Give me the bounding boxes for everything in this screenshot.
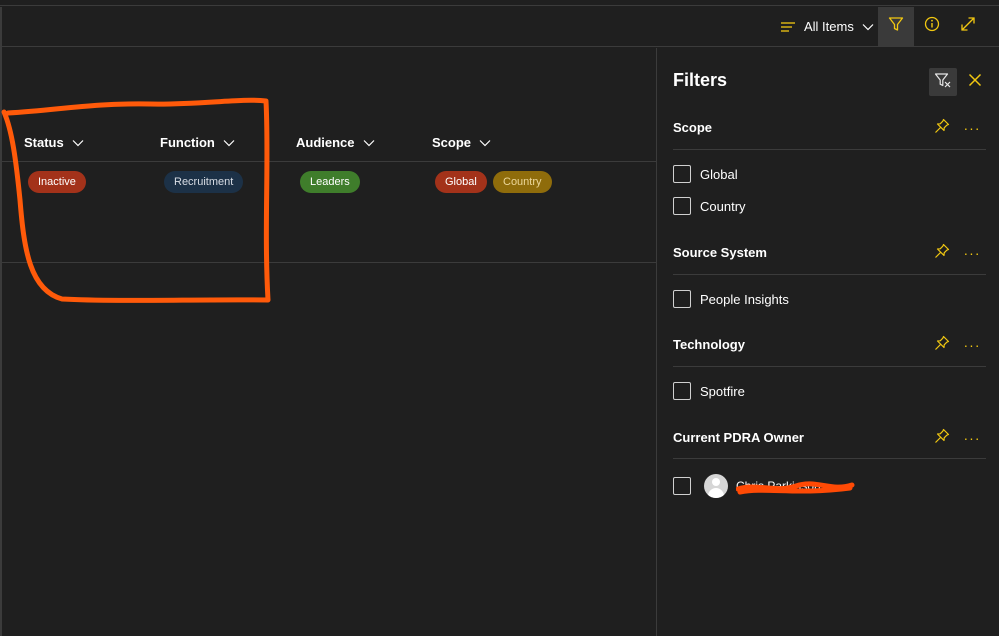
pin-filter-button[interactable] xyxy=(933,428,951,449)
chevron-down-icon xyxy=(72,135,84,150)
audience-pill: Leaders xyxy=(300,171,360,193)
checkbox[interactable] xyxy=(673,165,691,183)
ellipsis-icon: ··· xyxy=(963,430,981,446)
filter-group-title: Technology xyxy=(673,337,745,352)
filter-group-title: Current PDRA Owner xyxy=(673,430,804,445)
chevron-down-icon xyxy=(363,135,375,150)
avatar-body xyxy=(708,488,724,498)
divider xyxy=(673,458,986,459)
filter-option-label: People Insights xyxy=(700,291,789,307)
column-header-label: Function xyxy=(160,134,215,150)
checkbox[interactable] xyxy=(673,382,691,400)
view-switcher[interactable]: All Items xyxy=(780,7,874,46)
checkbox[interactable] xyxy=(673,290,691,308)
avatar xyxy=(704,474,728,498)
column-header-scope[interactable]: Scope xyxy=(432,122,491,162)
filter-option[interactable]: Spotfire xyxy=(673,381,745,401)
ellipsis-icon: ··· xyxy=(963,337,981,353)
filter-option[interactable]: Chris Parkinson xyxy=(673,473,855,499)
filter-option-label: Global xyxy=(700,166,738,182)
filter-option[interactable]: People Insights xyxy=(673,289,789,309)
expand-button[interactable] xyxy=(950,7,986,46)
chevron-down-icon xyxy=(862,23,874,31)
column-header-function[interactable]: Function xyxy=(160,122,235,162)
column-header-status[interactable]: Status xyxy=(24,122,84,162)
command-bar: All Items xyxy=(0,7,999,47)
filter-option-label: Chris Parkinson xyxy=(736,479,855,495)
divider xyxy=(673,149,986,150)
filter-group-title: Scope xyxy=(673,120,713,135)
info-button[interactable] xyxy=(914,7,950,46)
avatar-head xyxy=(712,478,720,486)
filter-option-label: Spotfire xyxy=(700,383,745,399)
filter-option[interactable]: Country xyxy=(673,196,746,216)
expand-icon xyxy=(960,16,976,37)
left-border xyxy=(0,7,2,636)
top-edge xyxy=(0,0,999,6)
status-pill: Inactive xyxy=(28,171,86,193)
filter-toggle-button[interactable] xyxy=(878,7,914,46)
checkbox[interactable] xyxy=(673,477,691,495)
more-options-button[interactable]: ··· xyxy=(962,429,982,447)
divider xyxy=(673,366,986,367)
pin-filter-button[interactable] xyxy=(933,243,951,264)
filter-option[interactable]: Global xyxy=(673,164,738,184)
close-filters-button[interactable] xyxy=(962,69,988,95)
chevron-down-icon xyxy=(479,135,491,150)
ellipsis-icon: ··· xyxy=(963,120,981,136)
pin-icon xyxy=(934,428,950,449)
more-options-button[interactable]: ··· xyxy=(962,119,982,137)
table-row[interactable]: Inactive Recruitment Leaders Global Coun… xyxy=(2,163,656,263)
pin-icon xyxy=(934,243,950,264)
more-options-button[interactable]: ··· xyxy=(962,336,982,354)
divider xyxy=(673,274,986,275)
filters-title: Filters xyxy=(673,70,728,90)
grid-header: Status Function Audience Scope xyxy=(2,122,656,162)
ellipsis-icon: ··· xyxy=(963,245,981,261)
scope-pill: Country xyxy=(493,171,552,193)
column-header-label: Audience xyxy=(296,134,355,150)
more-options-button[interactable]: ··· xyxy=(962,244,982,262)
column-header-label: Scope xyxy=(432,134,472,150)
column-header-label: Status xyxy=(24,134,64,150)
column-header-audience[interactable]: Audience xyxy=(296,122,375,162)
filter-option-label: Country xyxy=(700,198,746,214)
checkbox[interactable] xyxy=(673,197,691,215)
pin-icon xyxy=(934,335,950,356)
list-lines-icon xyxy=(780,21,796,33)
pin-filter-button[interactable] xyxy=(933,335,951,356)
scope-pill: Global xyxy=(435,171,487,193)
function-pill: Recruitment xyxy=(164,171,244,193)
info-icon xyxy=(924,16,940,37)
chevron-down-icon xyxy=(223,135,235,150)
close-icon xyxy=(968,73,982,92)
filter-icon xyxy=(888,16,904,37)
clear-filter-icon xyxy=(934,72,952,93)
filters-pane: Filters Scope ··· Global Country Source … xyxy=(656,48,999,636)
filter-group-title: Source System xyxy=(673,245,767,260)
pin-icon xyxy=(934,118,950,139)
clear-filters-button[interactable] xyxy=(929,68,957,96)
pin-filter-button[interactable] xyxy=(933,118,951,139)
view-switcher-label: All Items xyxy=(804,19,854,34)
redaction-scribble xyxy=(736,481,855,495)
